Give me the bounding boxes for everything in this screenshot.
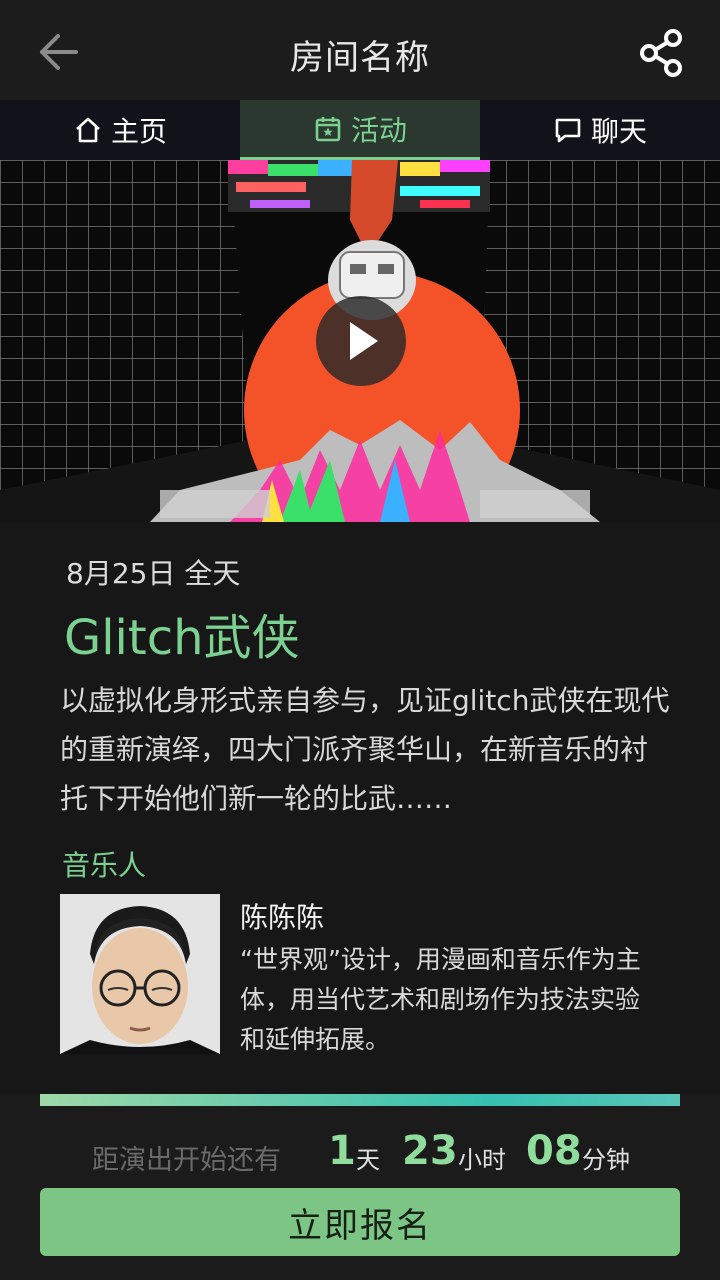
event-description: 以虚拟化身形式亲自参与，见证glitch武侠在现代的重新演绎，四大门派齐聚华山，… <box>60 684 670 815</box>
arrow-left-icon <box>40 34 78 70</box>
share-icon <box>640 29 682 77</box>
musician-card[interactable]: 陈陈陈 “世界观”设计，用漫画和音乐作为主体，用当代艺术和剧场作为技法实验和延伸… <box>60 894 680 1054</box>
tab-chat-label: 聊天 <box>590 115 647 148</box>
chat-bubble-icon <box>555 118 581 143</box>
musician-name: 陈陈陈 <box>240 901 325 934</box>
countdown-hours-unit: 小时 <box>458 1146 506 1174</box>
musician-bio: “世界观”设计，用漫画和音乐作为主体，用当代艺术和剧场作为技法实验和延伸拓展。 <box>240 945 641 1054</box>
back-button[interactable] <box>30 26 86 78</box>
play-button[interactable] <box>316 296 406 386</box>
countdown-days: 1 <box>328 1128 356 1174</box>
tab-home-label: 主页 <box>110 115 167 148</box>
countdown-days-unit: 天 <box>356 1146 380 1174</box>
share-button[interactable] <box>636 26 686 80</box>
top-bar: 房间名称 <box>0 0 720 100</box>
tab-home[interactable]: 主页 <box>0 100 240 160</box>
event-date: 8月25日 全天 <box>66 557 241 590</box>
signup-button[interactable]: 立即报名 <box>40 1188 680 1256</box>
footer-accent-bar <box>40 1094 680 1106</box>
tab-activity-label: 活动 <box>350 113 407 147</box>
calendar-star-icon <box>315 116 341 141</box>
event-title: Glitch武侠 <box>64 610 300 666</box>
avatar <box>60 894 220 1054</box>
page-title: 房间名称 <box>290 38 430 78</box>
tab-activity[interactable]: 活动 <box>240 100 480 160</box>
bottom-panel: 距演出开始还有 1 天 23 小时 08 分钟 立即报名 <box>0 1094 720 1280</box>
tab-chat[interactable]: 聊天 <box>480 100 720 160</box>
play-icon <box>350 322 378 360</box>
home-icon <box>76 117 100 143</box>
countdown-label: 距演出开始还有 <box>92 1145 281 1176</box>
countdown: 距演出开始还有 1 天 23 小时 08 分钟 <box>92 1128 692 1184</box>
tab-bar: 主页 活动 聊天 <box>0 100 720 160</box>
countdown-minutes-unit: 分钟 <box>582 1146 630 1174</box>
countdown-minutes: 08 <box>526 1128 582 1174</box>
musicians-section-label: 音乐人 <box>62 849 147 882</box>
countdown-hours: 23 <box>402 1128 458 1174</box>
